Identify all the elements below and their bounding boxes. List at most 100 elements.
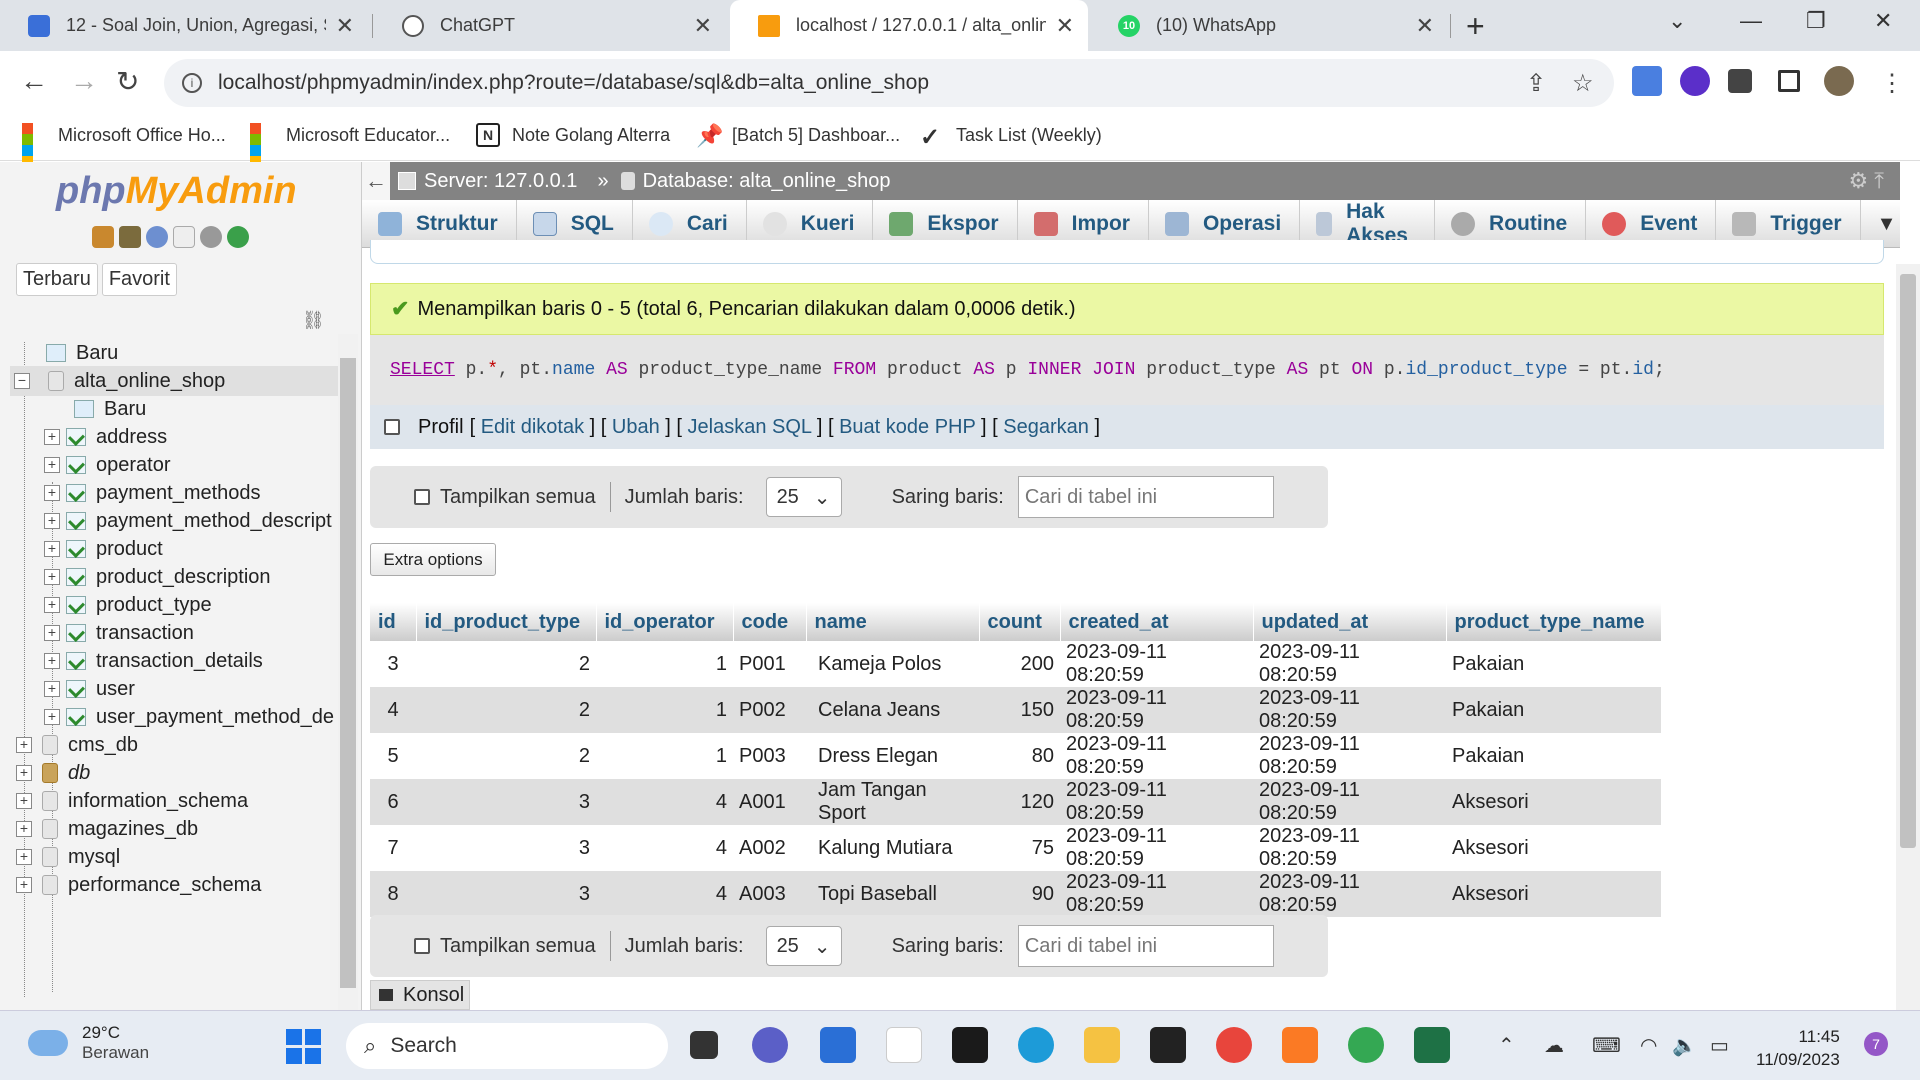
- sticky-notes-icon[interactable]: [1150, 1027, 1186, 1063]
- expand-icon[interactable]: +: [44, 429, 60, 445]
- close-icon[interactable]: ✕: [694, 13, 712, 39]
- weather-widget[interactable]: 29°C Berawan: [28, 1023, 149, 1063]
- logout-icon[interactable]: [119, 226, 141, 248]
- tree-item-address[interactable]: + address: [44, 422, 167, 452]
- tree-item-db[interactable]: + db: [16, 758, 90, 788]
- tree-item-cms-db[interactable]: + cms_db: [16, 730, 138, 760]
- back-icon[interactable]: ←: [20, 65, 48, 97]
- expand-icon[interactable]: +: [44, 681, 60, 697]
- tree-item-operator[interactable]: + operator: [44, 450, 171, 480]
- extensions-puzzle-icon[interactable]: [1728, 69, 1752, 93]
- show-hidden-icons[interactable]: ⌃: [1498, 1033, 1515, 1058]
- column-header[interactable]: id: [370, 603, 417, 641]
- translate-extension-icon[interactable]: [1632, 66, 1662, 96]
- tree-item-mysql[interactable]: + mysql: [16, 842, 120, 872]
- onedrive-icon[interactable]: ☁: [1544, 1033, 1564, 1058]
- bookmark-office[interactable]: Microsoft Office Ho...: [22, 123, 226, 167]
- tab-favorit[interactable]: Favorit: [101, 263, 177, 296]
- tree-item-information-schema[interactable]: + information_schema: [16, 786, 248, 816]
- content-scrollbar[interactable]: [1896, 264, 1920, 1010]
- scrollbar-thumb[interactable]: [1900, 274, 1916, 848]
- tree-item-alta-online-shop[interactable]: − alta_online_shop: [10, 366, 338, 396]
- minimize-icon[interactable]: —: [1740, 8, 1762, 34]
- bookmark-star-icon[interactable]: ☆: [1572, 69, 1594, 98]
- expand-icon[interactable]: +: [44, 485, 60, 501]
- tree-item-magazines-db[interactable]: + magazines_db: [16, 814, 198, 844]
- bookmark-dashboard[interactable]: 📌 [Batch 5] Dashboar...: [696, 123, 900, 148]
- expand-icon[interactable]: +: [44, 625, 60, 641]
- expand-icon[interactable]: +: [44, 569, 60, 585]
- profile-avatar[interactable]: [1824, 66, 1854, 96]
- teams-chat-icon[interactable]: [752, 1027, 788, 1063]
- settings-gear-icon[interactable]: ⚙ ⤒: [1848, 168, 1884, 194]
- navigation-scrollbar[interactable]: [338, 334, 358, 1010]
- tree-item-performance-schema[interactable]: + performance_schema: [16, 870, 261, 900]
- edge-icon[interactable]: [1018, 1027, 1054, 1063]
- rows-per-page-select[interactable]: 25 ⌄: [765, 926, 842, 966]
- microsoft-store-icon[interactable]: [820, 1027, 856, 1063]
- rows-per-page-select[interactable]: 25 ⌄: [765, 477, 842, 517]
- expand-icon[interactable]: +: [44, 541, 60, 557]
- collapse-nav-icon[interactable]: ←: [362, 162, 390, 200]
- expand-icon[interactable]: +: [16, 765, 32, 781]
- bookmark-educator[interactable]: Microsoft Educator...: [250, 123, 450, 167]
- tree-item-transaction-details[interactable]: + transaction_details: [44, 646, 263, 676]
- table-row[interactable]: 3 2 1 P001 Kameja Polos 200 2023-09-11 0…: [370, 641, 1661, 687]
- table-row[interactable]: 4 2 1 P002 Celana Jeans 150 2023-09-11 0…: [370, 687, 1661, 733]
- column-header[interactable]: updated_at: [1253, 603, 1447, 641]
- show-all-checkbox[interactable]: [414, 938, 430, 954]
- expand-icon[interactable]: +: [16, 737, 32, 753]
- help-icon[interactable]: [146, 226, 168, 248]
- task-view-icon[interactable]: [690, 1031, 718, 1059]
- column-header[interactable]: count: [979, 603, 1061, 641]
- url-input[interactable]: i localhost/phpmyadmin/index.php?route=/…: [164, 59, 1614, 107]
- column-header[interactable]: created_at: [1060, 603, 1254, 641]
- extra-options-button[interactable]: Extra options: [370, 543, 496, 576]
- breadcrumb-database[interactable]: Database: alta_online_shop: [643, 170, 891, 193]
- edit-link[interactable]: Ubah: [612, 416, 660, 438]
- expand-icon[interactable]: +: [44, 653, 60, 669]
- docs-icon[interactable]: [173, 226, 195, 248]
- scrollbar-thumb[interactable]: [340, 358, 356, 988]
- browser-menu-icon[interactable]: ⋮: [1880, 69, 1904, 98]
- file-explorer-icon[interactable]: [1084, 1027, 1120, 1063]
- close-icon[interactable]: ✕: [1416, 13, 1434, 39]
- download-extension-icon[interactable]: [1680, 66, 1710, 96]
- tree-item-product[interactable]: + product: [44, 534, 163, 564]
- filter-rows-input[interactable]: Cari di tabel ini: [1017, 476, 1274, 518]
- show-all-checkbox[interactable]: [414, 489, 430, 505]
- battery-icon[interactable]: ▭: [1710, 1033, 1729, 1058]
- expand-icon[interactable]: +: [44, 513, 60, 529]
- browser-tab-soal[interactable]: 12 - Soal Join, Union, Agregasi, S ✕: [0, 0, 368, 51]
- expand-icon[interactable]: +: [16, 877, 32, 893]
- expand-icon[interactable]: +: [16, 849, 32, 865]
- amazon-icon[interactable]: [886, 1027, 922, 1063]
- table-row[interactable]: 6 3 4 A001 Jam Tangan Sport 120 2023-09-…: [370, 779, 1661, 825]
- tab-terbaru[interactable]: Terbaru: [16, 263, 98, 296]
- bookmark-notion[interactable]: N Note Golang Alterra: [476, 123, 670, 147]
- create-php-code-link[interactable]: Buat kode PHP: [839, 416, 975, 438]
- excel-icon[interactable]: [1414, 1027, 1450, 1063]
- tree-item-payment-methods[interactable]: + payment_methods: [44, 478, 261, 508]
- tree-item-product-type[interactable]: + product_type: [44, 590, 212, 620]
- browser-tab-phpmyadmin[interactable]: localhost / 127.0.0.1 / alta_online ✕: [730, 0, 1088, 51]
- tab-search-icon[interactable]: ⌄: [1668, 8, 1686, 34]
- window-close-icon[interactable]: ✕: [1874, 8, 1892, 34]
- xampp-icon[interactable]: [1282, 1027, 1318, 1063]
- expand-icon[interactable]: +: [44, 597, 60, 613]
- settings-icon[interactable]: [200, 226, 222, 248]
- table-row[interactable]: 5 2 1 P003 Dress Elegan 80 2023-09-11 08…: [370, 733, 1661, 779]
- browser-tab-chatgpt[interactable]: ChatGPT ✕: [374, 0, 726, 51]
- link-panel-icon[interactable]: ⛓: [302, 310, 325, 331]
- profil-checkbox[interactable]: [384, 419, 400, 435]
- notification-badge[interactable]: 7: [1864, 1032, 1888, 1056]
- reload-nav-icon[interactable]: [227, 226, 249, 248]
- console-toggle[interactable]: Konsol: [370, 980, 470, 1010]
- tree-item-user-payment-method-detail[interactable]: + user_payment_method_de: [44, 702, 336, 732]
- forward-icon[interactable]: →: [70, 65, 98, 97]
- column-header[interactable]: name: [806, 603, 980, 641]
- reload-icon[interactable]: ↻: [116, 65, 139, 98]
- share-icon[interactable]: ⇪: [1526, 69, 1546, 98]
- tree-item-transaction[interactable]: + transaction: [44, 618, 194, 648]
- taskbar-search[interactable]: ⌕ Search: [346, 1023, 668, 1069]
